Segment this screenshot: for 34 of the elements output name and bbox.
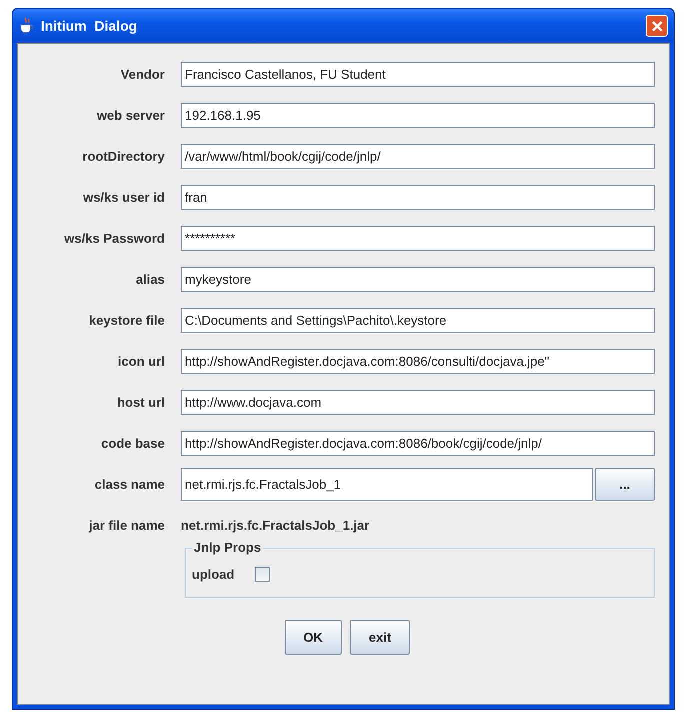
field-label: Vendor	[120, 67, 165, 82]
group-title: Jnlp Props	[192, 540, 264, 555]
text-field[interactable]: Francisco Castellanos, FU Student	[181, 62, 655, 87]
window-title: Initium Dialog	[41, 18, 138, 34]
field-label: keystore file	[88, 313, 165, 328]
checkbox-label: upload	[192, 567, 235, 582]
coffee-cup-icon	[19, 17, 35, 35]
field-label: icon url	[117, 354, 165, 369]
dialog-button[interactable]: OK	[284, 620, 342, 655]
field-label: ws/ks user id	[82, 190, 165, 205]
text-field[interactable]: /var/www/html/book/cgij/code/jnlp/	[181, 144, 655, 169]
text-field[interactable]: http://showAndRegister.docjava.com:8086/consulti/docjava.jpe"	[181, 349, 655, 374]
field-label: rootDirectory	[82, 149, 165, 164]
close-icon	[650, 20, 664, 32]
text-field[interactable]: http://showAndRegister.docjava.com:8086/book/cgij/code/jnlp/	[181, 431, 655, 456]
field-label: code base	[100, 436, 165, 451]
field-label: class name	[94, 477, 165, 492]
text-field[interactable]: **********	[181, 226, 655, 251]
field-label: jar file name	[88, 518, 165, 533]
browse-button[interactable]: ...	[595, 468, 655, 501]
upload-checkbox[interactable]	[254, 567, 270, 582]
jar-file-name: net.rmi.rjs.fc.FractalsJob_1.jar	[181, 518, 370, 533]
field-label: host url	[116, 395, 165, 410]
text-field[interactable]: mykeystore	[181, 267, 655, 292]
close-button[interactable]	[646, 15, 668, 37]
field-label: web server	[96, 108, 165, 123]
text-field[interactable]: C:\Documents and Settings\Pachito\.keystore	[181, 308, 655, 333]
dialog-button[interactable]: exit	[350, 620, 410, 655]
text-field[interactable]: 192.168.1.95	[181, 103, 655, 128]
field-label: ws/ks Password	[64, 231, 165, 246]
text-field[interactable]: http://www.docjava.com	[181, 390, 655, 415]
field-label: alias	[135, 272, 165, 287]
text-field[interactable]: fran	[181, 185, 655, 210]
text-field[interactable]: net.rmi.rjs.fc.FractalsJob_1	[181, 468, 593, 501]
